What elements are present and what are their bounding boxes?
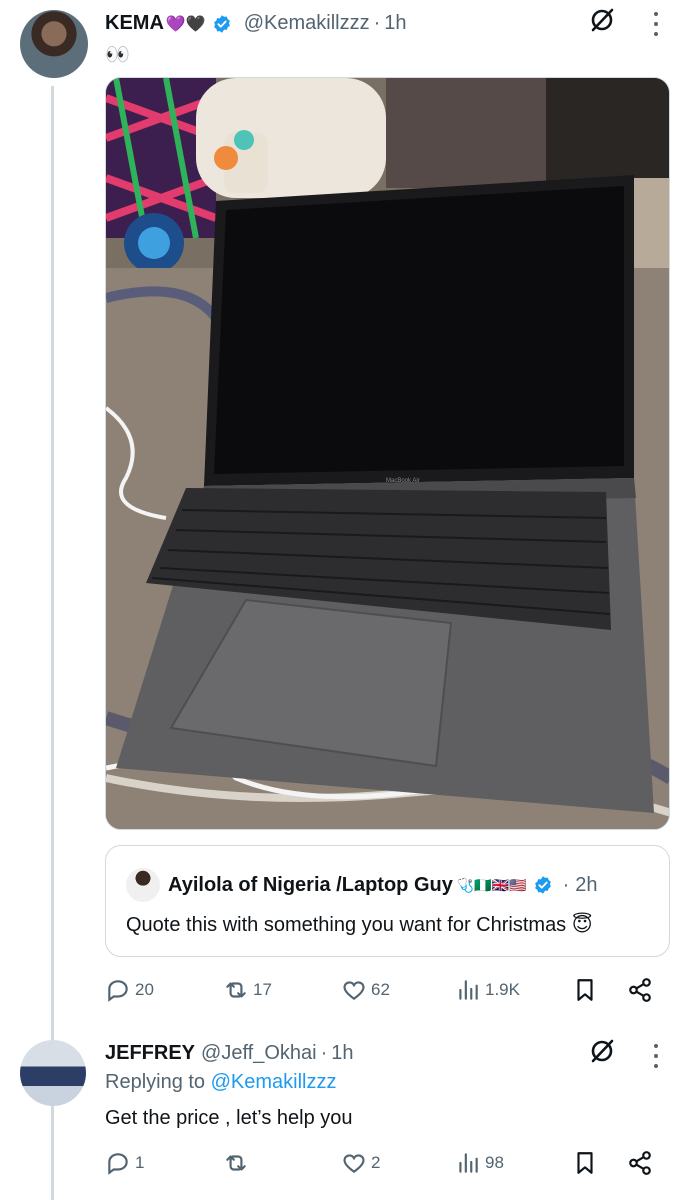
tweet-actions: 20 17 62 1.9K — [105, 977, 665, 1007]
share-button[interactable] — [627, 977, 653, 1003]
author-name[interactable]: KEMA — [105, 12, 164, 35]
laptop-photo: MacBook Air — [106, 78, 669, 829]
quoted-tweet[interactable]: Ayilola of Nigeria /Laptop Guy 🩺🇳🇬🇬🇧🇺🇸 ·… — [105, 845, 670, 957]
views-button[interactable]: 1.9K — [455, 977, 520, 1003]
like-button[interactable]: 62 — [341, 977, 390, 1003]
like-count: 62 — [371, 980, 390, 999]
tweet-header: KEMA 💜🖤 @Kemakillzzz · 1h — [105, 12, 407, 35]
like-icon — [343, 1154, 365, 1173]
grok-icon[interactable] — [588, 1037, 616, 1065]
author-name[interactable]: JEFFREY — [105, 1042, 195, 1065]
quote-author-name: Ayilola of Nigeria /Laptop Guy — [168, 873, 453, 896]
tweet-time[interactable]: 1h — [384, 12, 406, 35]
like-count: 2 — [371, 1153, 381, 1172]
reply-time[interactable]: 1h — [331, 1042, 353, 1065]
reply-button[interactable]: 1 — [105, 1150, 144, 1176]
separator-dot: · — [562, 873, 570, 896]
thread-line — [51, 86, 54, 1200]
bookmark-icon — [577, 1152, 593, 1174]
like-button[interactable]: 2 — [341, 1150, 380, 1176]
quote-author-emojis: 🩺🇳🇬🇬🇧🇺🇸 — [456, 876, 527, 893]
author-handle[interactable]: @Jeff_Okhai — [201, 1042, 317, 1065]
replying-to-label: Replying to — [105, 1071, 206, 1093]
avatar[interactable] — [20, 1040, 86, 1106]
separator-dot: · — [320, 1042, 328, 1064]
views-icon — [459, 1153, 478, 1173]
reply-icon — [108, 980, 128, 1002]
author-emojis: 💜🖤 — [165, 16, 206, 33]
reply-text: Get the price , let’s help you — [105, 1107, 353, 1129]
reply-header: JEFFREY @Jeff_Okhai · 1h — [105, 1042, 354, 1065]
replying-to-mention[interactable]: @Kemakillzzz — [211, 1071, 337, 1093]
tweet-media-photo[interactable]: MacBook Air — [105, 77, 670, 830]
reply-button[interactable]: 20 — [105, 977, 154, 1003]
share-icon — [629, 978, 651, 1002]
views-button[interactable]: 98 — [455, 1150, 504, 1176]
more-icon[interactable] — [653, 12, 659, 36]
bookmark-button[interactable] — [572, 1150, 598, 1176]
bookmark-icon — [577, 979, 593, 1001]
quote-avatar — [126, 868, 160, 902]
quote-text: Quote this with something you want for C… — [126, 914, 593, 936]
share-icon — [629, 1151, 651, 1175]
views-icon — [459, 980, 478, 1000]
reply-count: 20 — [135, 980, 154, 999]
reply-count: 1 — [135, 1153, 145, 1172]
avatar[interactable] — [20, 10, 88, 78]
tweet-text: 👀 — [105, 44, 130, 66]
verified-badge-icon — [213, 14, 230, 33]
reply-actions: 1 2 98 — [105, 1150, 665, 1180]
verified-badge-icon — [534, 876, 551, 894]
bookmark-button[interactable] — [572, 977, 598, 1003]
views-count: 1.9K — [485, 980, 520, 999]
separator-dot: · — [373, 12, 381, 34]
repost-icon — [226, 982, 246, 998]
reply-icon — [108, 1153, 128, 1175]
more-icon[interactable] — [653, 1044, 659, 1068]
repost-button[interactable]: 17 — [223, 977, 272, 1003]
repost-button[interactable] — [223, 1150, 253, 1176]
repost-icon — [226, 1155, 246, 1171]
like-icon — [343, 981, 365, 1000]
share-button[interactable] — [627, 1150, 653, 1176]
replying-to: Replying to @Kemakillzzz — [105, 1071, 337, 1094]
author-handle[interactable]: @Kemakillzzz — [244, 12, 370, 35]
quote-time: 2h — [575, 873, 598, 896]
repost-count: 17 — [253, 980, 272, 999]
grok-icon[interactable] — [588, 6, 616, 34]
views-count: 98 — [485, 1153, 504, 1172]
quote-header: Ayilola of Nigeria /Laptop Guy 🩺🇳🇬🇬🇧🇺🇸 ·… — [126, 868, 598, 902]
laptop-brand-text: MacBook Air — [386, 478, 420, 484]
